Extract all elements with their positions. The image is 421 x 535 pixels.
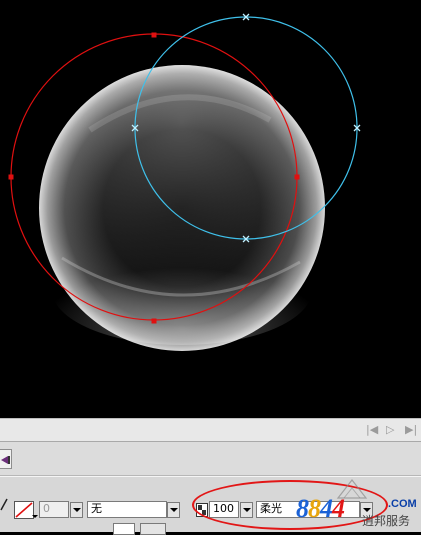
play-icon[interactable]: ▷ bbox=[386, 424, 394, 436]
watermark-digit: 4 bbox=[332, 494, 345, 523]
first-frame-icon[interactable]: |◀ bbox=[366, 424, 378, 436]
canvas[interactable] bbox=[0, 0, 421, 418]
watermark-digit: 8 bbox=[308, 494, 321, 523]
last-frame-icon[interactable]: ▶| bbox=[405, 424, 417, 436]
tool-tab[interactable] bbox=[0, 449, 12, 469]
anchor-point[interactable] bbox=[151, 32, 157, 38]
stroke-width-field[interactable]: 0 bbox=[39, 501, 69, 518]
timeline-scrollbar[interactable]: |◀ ▷ ▶| bbox=[0, 418, 421, 442]
watermark-digit: 8 bbox=[296, 494, 309, 523]
watermark-domain: .COM bbox=[388, 498, 417, 510]
partial-field[interactable] bbox=[113, 523, 135, 535]
swatch-dropdown-icon[interactable] bbox=[32, 515, 38, 518]
stroke-style-select[interactable]: 无 bbox=[87, 501, 167, 518]
canvas-artwork bbox=[8, 13, 361, 351]
anchor-point[interactable] bbox=[294, 174, 300, 180]
stroke-width-dropdown[interactable] bbox=[70, 502, 83, 518]
partial-button[interactable] bbox=[140, 523, 166, 535]
brush-tool-icon bbox=[1, 456, 10, 464]
anchor-point[interactable] bbox=[8, 174, 14, 180]
stroke-style-dropdown[interactable] bbox=[167, 502, 180, 518]
watermark-number: 8844 bbox=[296, 494, 345, 524]
stroke-color-swatch-icon[interactable] bbox=[14, 501, 34, 519]
pencil-icon bbox=[0, 498, 8, 511]
panel-strip bbox=[0, 442, 421, 476]
watermark-tagline: 逍邦服务 bbox=[362, 514, 411, 528]
watermark-digit: 4 bbox=[320, 494, 333, 523]
anchor-point[interactable] bbox=[151, 318, 157, 324]
